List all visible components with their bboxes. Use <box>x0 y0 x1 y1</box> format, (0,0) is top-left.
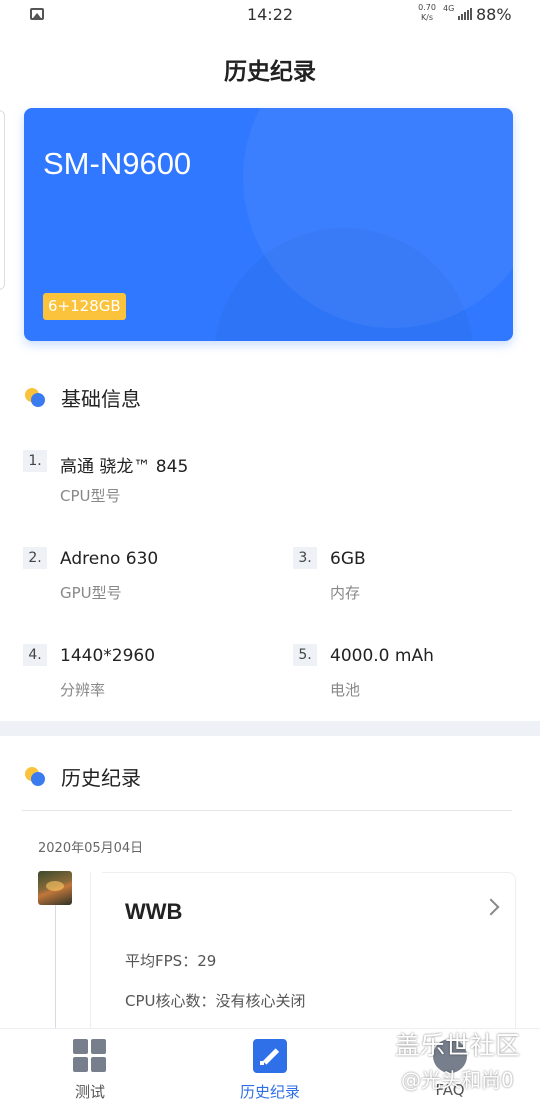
info-value: Adreno 630 <box>60 549 159 569</box>
edit-icon <box>253 1039 287 1073</box>
section-dots-icon <box>25 766 47 787</box>
device-model: SM-N9600 <box>43 146 192 181</box>
history-record-card[interactable]: WWB 平均FPS：29 CPU核心数：没有核心关闭 …… <box>90 872 516 1052</box>
nav-item-history[interactable]: 历史纪录 <box>180 1029 360 1110</box>
page-title: 历史纪录 <box>224 59 316 85</box>
timeline-line <box>55 905 56 1035</box>
info-caption: GPU型号 <box>60 584 122 602</box>
storage-badge: 6+128GB <box>43 293 126 320</box>
net-speed-unit: K/s <box>420 13 434 22</box>
nav-label: 历史纪录 <box>239 1083 300 1101</box>
info-caption: CPU型号 <box>60 487 121 505</box>
info-caption: 分辨率 <box>60 681 106 699</box>
info-caption: 内存 <box>330 584 361 602</box>
nav-label: 测试 <box>74 1083 105 1101</box>
basic-info-header: 基础信息 <box>25 383 141 412</box>
net-speed: 0.70 K/s <box>416 3 438 23</box>
chevron-right-icon[interactable] <box>482 898 500 916</box>
section-dots-icon <box>25 387 47 408</box>
network-type: 4G <box>443 4 455 13</box>
device-card[interactable]: SM-N9600 6+128GB <box>24 108 513 341</box>
info-value: 高通 骁龙™ 845 <box>60 457 189 477</box>
section-divider <box>0 721 540 736</box>
avg-fps: 平均FPS：29 <box>125 952 217 970</box>
game-name: WWB <box>125 899 183 924</box>
card-notch <box>90 872 102 884</box>
info-caption: 电池 <box>330 681 361 699</box>
info-value: 6GB <box>330 549 366 569</box>
nav-item-test[interactable]: 测试 <box>0 1029 180 1110</box>
basic-info-title: 基础信息 <box>61 387 141 411</box>
history-title: 历史纪录 <box>61 766 141 790</box>
previous-device-card[interactable] <box>0 110 5 290</box>
game-thumbnail <box>38 871 72 905</box>
info-value: 4000.0 mAh <box>330 646 434 666</box>
cpu-cores: CPU核心数：没有核心关闭 <box>125 992 306 1010</box>
info-number: 4. <box>23 644 47 666</box>
net-speed-value: 0.70 <box>418 3 436 12</box>
info-number: 3. <box>293 547 317 569</box>
info-number: 2. <box>23 547 47 569</box>
info-number: 1. <box>23 450 47 472</box>
info-value: 1440*2960 <box>60 646 156 666</box>
history-header: 历史纪录 <box>25 762 141 791</box>
history-date: 2020年05月04日 <box>38 841 144 856</box>
battery-level: 88% <box>476 5 512 24</box>
watermark-line1: 盖乐世社区 <box>395 1031 521 1060</box>
watermark-line2: @光头和尚0 <box>401 1068 514 1092</box>
signal-icon <box>458 8 472 20</box>
divider <box>22 810 512 811</box>
status-bar: 14:22 0.70 K/s 4G 88% <box>0 0 540 32</box>
info-number: 5. <box>293 644 317 666</box>
grid-icon <box>73 1039 107 1073</box>
